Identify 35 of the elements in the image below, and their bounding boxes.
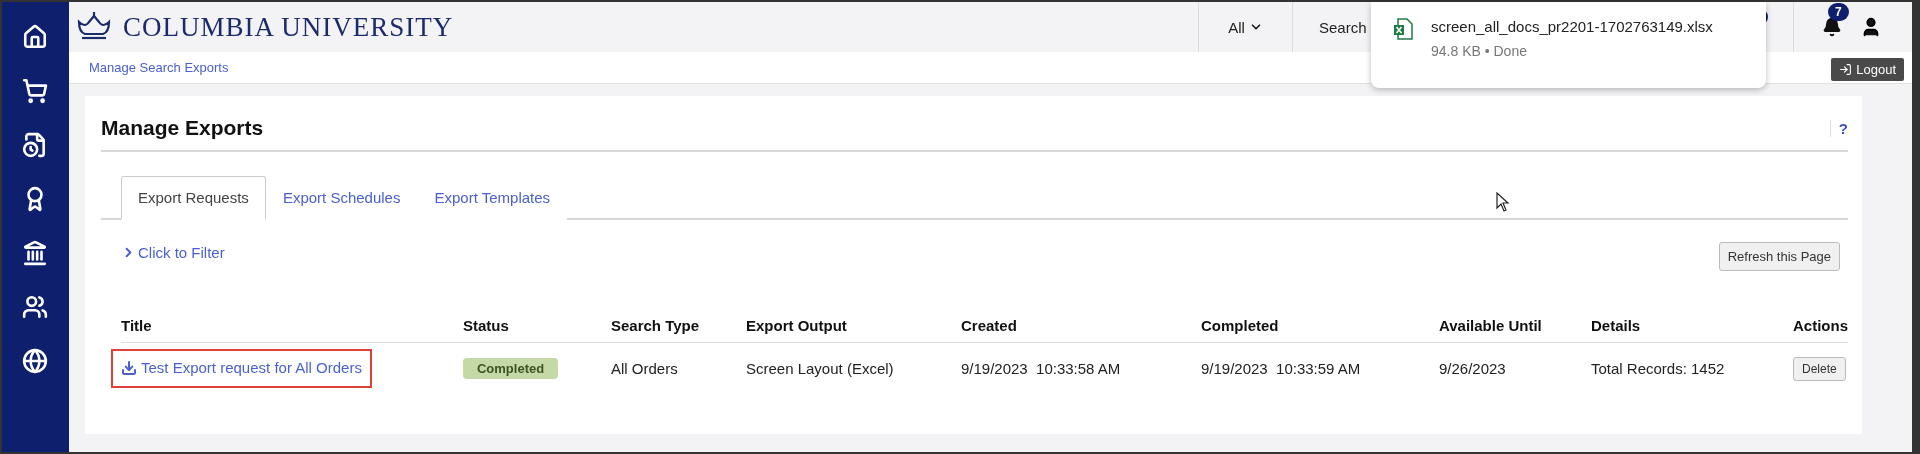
help-link[interactable]: ? [1829, 119, 1848, 137]
mouse-pointer-icon [1496, 192, 1510, 212]
university-logo-text: COLUMBIA UNIVERSITY [123, 11, 454, 43]
search-type-cell: All Orders [611, 360, 678, 377]
breadcrumb-link[interactable]: Manage Search Exports [89, 60, 229, 75]
details-cell: Total Records: 1452 [1591, 360, 1725, 377]
completed-cell: 9/19/2023 10:33:59 AM [1201, 360, 1361, 377]
download-filename[interactable]: screen_all_docs_pr2201-1702763149.xlsx [1431, 18, 1713, 35]
column-header: Export Output [746, 317, 847, 334]
bell-icon[interactable] [1822, 17, 1842, 37]
notification-count: 7 [1828, 3, 1849, 21]
available-until-cell: 9/26/2023 [1439, 360, 1506, 377]
tab[interactable]: Export Requests [121, 176, 266, 220]
delete-button[interactable]: Delete [1793, 356, 1846, 381]
spreadsheet-file-icon [1393, 18, 1413, 40]
column-header: Available Until [1439, 317, 1542, 334]
export-output-cell: Screen Layout (Excel) [746, 360, 894, 377]
logout-icon [1839, 63, 1853, 76]
column-header: Title [121, 317, 152, 334]
created-cell: 9/19/2023 10:33:58 AM [961, 360, 1121, 377]
status-badge: Completed [463, 358, 559, 379]
download-status: 94.8 KB • Done [1431, 43, 1528, 59]
download-icon [121, 359, 137, 376]
column-header: Search Type [611, 317, 700, 334]
column-header: Actions [1793, 317, 1848, 334]
page-title: Manage Exports [101, 116, 264, 140]
column-header: Status [463, 317, 509, 334]
column-header: Completed [1201, 317, 1279, 334]
column-header: Created [961, 317, 1017, 334]
refresh-button[interactable]: Refresh this Page [1718, 242, 1840, 271]
filter-link[interactable]: Click to Filter [121, 244, 225, 261]
export-title-link[interactable]: Test Export request for All Orders [121, 359, 362, 376]
logout-button[interactable]: Logout [1831, 58, 1904, 81]
column-header: Details [1591, 317, 1641, 334]
crown-icon [75, 12, 113, 42]
